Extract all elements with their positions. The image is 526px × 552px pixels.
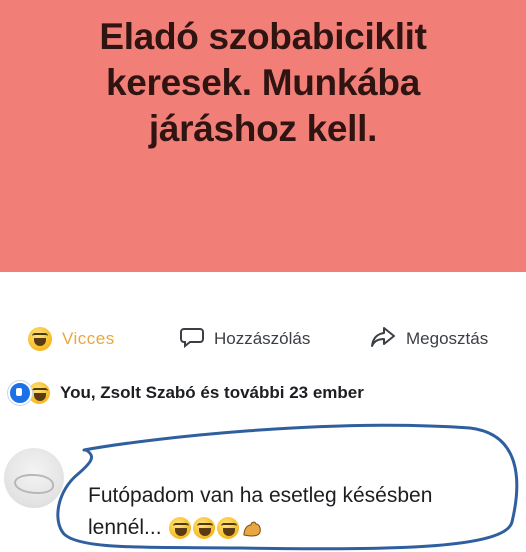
- reaction-summary-text: You, Zsolt Szabó és további 23 ember: [60, 383, 364, 402]
- comment-text: Futópadom van ha esetleg késésben lennél…: [88, 480, 508, 544]
- flexed-biceps-icon: [241, 517, 263, 537]
- post-actions-bar: Vicces Hozzászólás Megosztás: [0, 316, 526, 360]
- reaction-summary[interactable]: You, Zsolt Szabó és további 23 ember: [8, 380, 364, 406]
- post-text: Eladó szobabiciklit keresek. Munkába jár…: [99, 16, 427, 149]
- share-arrow-icon: [370, 326, 396, 353]
- comment-button[interactable]: Hozzászólás: [180, 324, 310, 354]
- speech-bubble-icon: [180, 326, 204, 353]
- reaction-button[interactable]: Vicces: [28, 324, 115, 354]
- comment: Futópadom van ha esetleg késésben lennél…: [0, 410, 526, 552]
- like-icon: [8, 381, 32, 405]
- haha-emoji-icon: [169, 517, 192, 540]
- reaction-button-label: Vicces: [62, 329, 115, 348]
- haha-emoji-icon: [217, 517, 240, 540]
- haha-emoji-icon: [193, 517, 216, 540]
- divider-gap: [0, 272, 526, 316]
- comment-emojis: [169, 517, 263, 540]
- haha-emoji-icon: [28, 327, 52, 351]
- share-button[interactable]: Megosztás: [370, 324, 488, 354]
- share-button-label: Megosztás: [406, 329, 489, 348]
- post-banner: Eladó szobabiciklit keresek. Munkába jár…: [0, 0, 526, 272]
- comment-button-label: Hozzászólás: [214, 329, 311, 348]
